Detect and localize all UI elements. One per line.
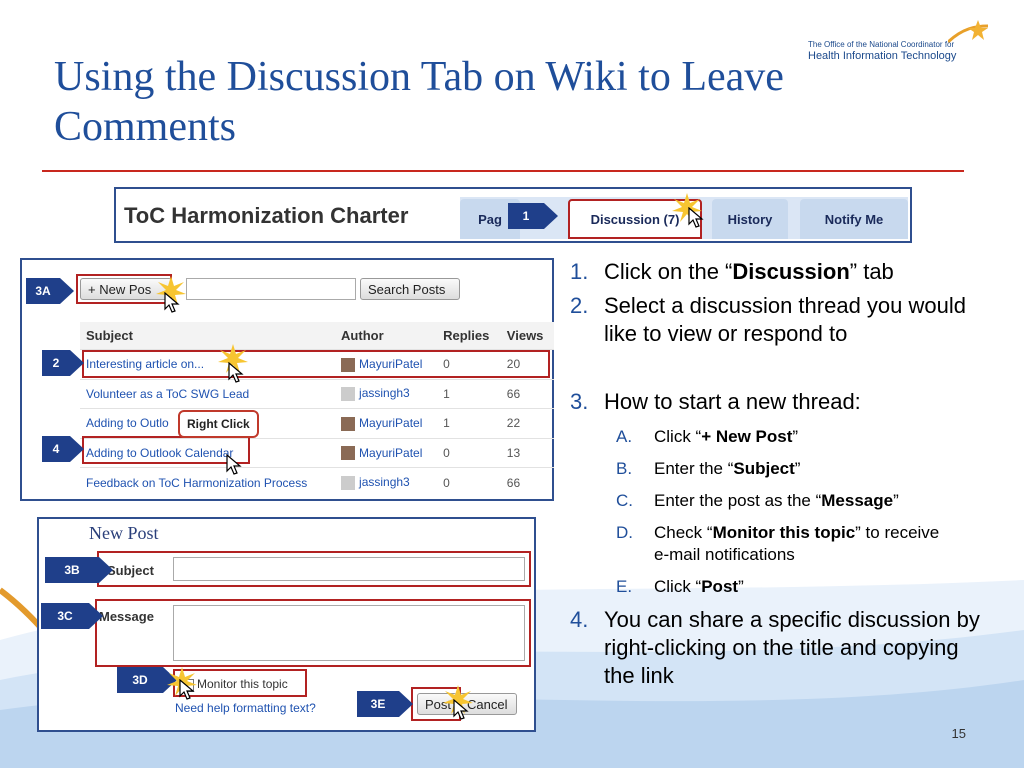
table-header-row: Subject Author Replies Views [80, 322, 554, 350]
views-count: 13 [500, 437, 554, 468]
callout-4: 4 [42, 436, 84, 462]
search-input[interactable] [186, 278, 356, 300]
instruction-1: 1. Click on the “Discussion” tab [570, 259, 894, 284]
wiki-page-title: ToC Harmonization Charter [124, 203, 409, 228]
logo-line-1: The Office of the National Coordinator f… [808, 40, 955, 49]
mouse-cursor-icon [179, 679, 195, 700]
replies-count: 1 [437, 378, 501, 409]
logo-line-2: Health Information Technology [808, 50, 957, 62]
instruction-3d: D. Check “Monitor this topic” to receive… [616, 523, 940, 564]
page-number: 15 [951, 726, 966, 741]
avatar [341, 446, 356, 461]
tab-notify-me[interactable]: Notify Me [800, 199, 908, 239]
post-subject-link[interactable]: Feedback on ToC Harmonization Process [80, 467, 336, 497]
list-letter: C. [616, 491, 633, 510]
instruction-3c: C. Enter the post as the “Message” [616, 491, 899, 510]
instruction-4: 4. You can share a specific discussion b… [570, 607, 980, 688]
avatar [341, 416, 356, 431]
instruction-3a: A. Click “+ New Post” [616, 427, 799, 446]
views-count: 66 [500, 467, 554, 497]
author-link[interactable]: jassingh3 [359, 475, 410, 489]
list-number: 4. [570, 607, 589, 632]
table-row: Feedback on ToC Harmonization Process ja… [80, 467, 554, 497]
list-number: 3. [570, 389, 589, 414]
list-letter: A. [616, 427, 633, 446]
table-row: Adding to Outlo MayuriPatel 1 22 [80, 408, 554, 439]
highlight-subject [97, 551, 531, 587]
callout-3d: 3D [117, 667, 177, 693]
views-count: 22 [500, 408, 554, 439]
author-link[interactable]: jassingh3 [359, 386, 410, 400]
list-letter: B. [616, 459, 633, 478]
instruction-3e: E. Click “Post” [616, 577, 744, 596]
mouse-cursor-icon [226, 454, 242, 475]
mouse-cursor-icon [228, 362, 244, 383]
callout-2: 2 [42, 350, 84, 376]
avatar [341, 387, 356, 402]
replies-count: 1 [437, 408, 501, 439]
highlight-message [95, 599, 531, 667]
callout-3e: 3E [357, 691, 413, 717]
list-letter: D. [616, 523, 633, 542]
callout-3a: 3A [26, 278, 74, 304]
instruction-3: 3. How to start a new thread: [570, 389, 861, 414]
instruction-2: 2. Select a discussion thread you would … [570, 293, 966, 346]
column-author[interactable]: Author [335, 322, 438, 350]
list-number: 1. [570, 259, 589, 284]
avatar [341, 476, 356, 491]
post-subject-link[interactable]: Volunteer as a ToC SWG Lead [80, 378, 336, 409]
callout-3c: 3C [41, 603, 103, 629]
callout-3b: 3B [45, 557, 113, 583]
search-posts-button[interactable]: Search Posts [360, 278, 460, 300]
slide-title: Using the Discussion Tab on Wiki to Leav… [54, 54, 784, 150]
author-link[interactable]: MayuriPatel [359, 446, 422, 460]
instruction-3b: B. Enter the “Subject” [616, 459, 801, 478]
list-number: 2. [570, 293, 589, 318]
highlight-row-2 [82, 350, 550, 378]
list-letter: E. [616, 577, 633, 596]
new-post-heading: New Post [89, 523, 159, 543]
posts-list-screenshot: + New Pos Search Posts Subject Author Re… [20, 258, 554, 501]
help-formatting-link[interactable]: Need help formatting text? [175, 701, 316, 715]
views-count: 66 [500, 378, 554, 409]
replies-count: 0 [437, 467, 501, 497]
table-row: Volunteer as a ToC SWG Lead jassingh3 1 … [80, 378, 554, 409]
tab-history[interactable]: History [712, 199, 788, 239]
callout-1: 1 [508, 203, 558, 229]
wiki-header-screenshot: ToC Harmonization Charter Pag Discussion… [114, 187, 912, 243]
posts-table: Subject Author Replies Views Interesting… [80, 322, 554, 497]
replies-count: 0 [437, 437, 501, 468]
column-replies[interactable]: Replies [437, 322, 501, 350]
column-views[interactable]: Views [500, 322, 554, 350]
onc-logo: The Office of the National Coordinator f… [808, 20, 998, 66]
mouse-cursor-icon [164, 292, 180, 313]
title-divider [42, 170, 964, 172]
author-link[interactable]: MayuriPatel [359, 416, 422, 430]
highlight-row-4 [82, 436, 250, 464]
mouse-cursor-icon [453, 699, 469, 720]
mouse-cursor-icon [688, 207, 704, 228]
right-click-label: Right Click [178, 410, 259, 438]
new-post-form-screenshot: New Post Subject Message Monitor this to… [37, 517, 536, 732]
column-subject[interactable]: Subject [80, 322, 336, 350]
